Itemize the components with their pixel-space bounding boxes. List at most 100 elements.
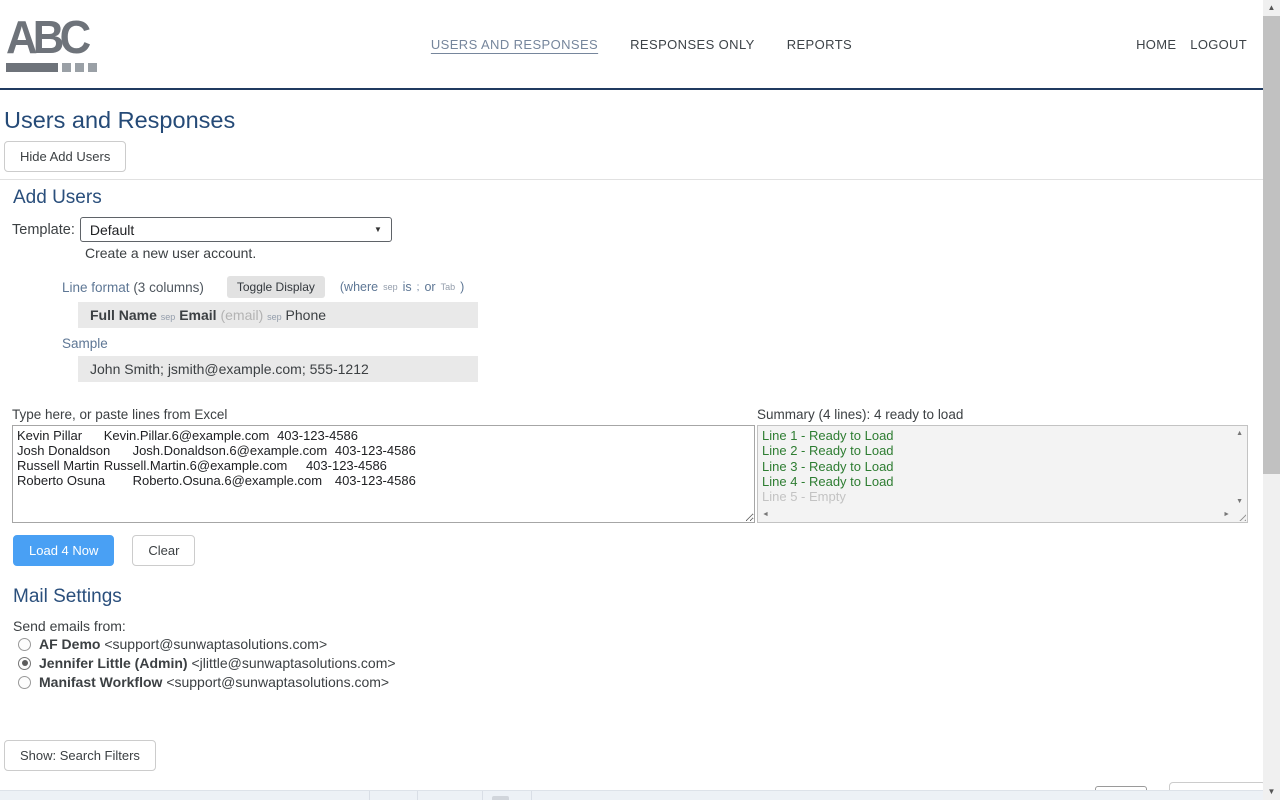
add-users-heading: Add Users bbox=[13, 187, 1280, 209]
logo-dot bbox=[62, 63, 71, 72]
format-field-email: Email bbox=[179, 307, 216, 323]
line-format-preview: Full Name sep Email (email) sep Phone bbox=[78, 302, 478, 328]
sender-email: <support@sunwaptasolutions.com> bbox=[166, 674, 389, 690]
vertical-scrollbar[interactable]: ▲ ▼ bbox=[1263, 0, 1280, 800]
mail-from-label: AF Demo <support@sunwaptasolutions.com> bbox=[39, 636, 327, 652]
dropdown-arrow-icon: ▼ bbox=[374, 225, 382, 234]
action-row: Load 4 Now Clear bbox=[13, 535, 1280, 566]
summary-label: Summary (4 lines): 4 ready to load bbox=[757, 407, 1248, 423]
sep-token: sep bbox=[383, 282, 398, 292]
tab-token: Tab bbox=[441, 282, 456, 292]
column-divider bbox=[417, 791, 418, 800]
main-nav: USERS AND RESPONSES RESPONSES ONLY REPOR… bbox=[160, 37, 1123, 52]
clear-button[interactable]: Clear bbox=[132, 535, 195, 566]
summary-line: Line 2 - Ready to Load bbox=[762, 443, 1247, 458]
scroll-up-icon[interactable]: ▲ bbox=[1236, 430, 1243, 437]
mail-from-option-jennifer-little[interactable]: Jennifer Little (Admin) <jlittle@sunwapt… bbox=[18, 655, 1280, 671]
line-format-columns: (3 columns) bbox=[133, 280, 204, 295]
separator-hint: (where sep is ; or Tab ) bbox=[340, 280, 464, 294]
toggle-display-button[interactable]: Toggle Display bbox=[227, 276, 325, 298]
page-title: Users and Responses bbox=[4, 107, 1280, 134]
scrollbar-up-icon[interactable]: ▲ bbox=[1263, 4, 1280, 12]
sample-value: John Smith; jsmith@example.com; 555-1212 bbox=[78, 356, 478, 382]
resize-grip-icon[interactable] bbox=[1236, 511, 1246, 521]
mail-from-radio[interactable] bbox=[18, 638, 31, 651]
summary-lines: Line 1 - Ready to Load Line 2 - Ready to… bbox=[758, 426, 1247, 504]
nav-right: HOME LOGOUT bbox=[1123, 37, 1263, 52]
add-users-section: Add Users Template: Default ▼ Create a n… bbox=[0, 187, 1280, 566]
nav-reports[interactable]: REPORTS bbox=[787, 37, 852, 52]
summary-line: Line 1 - Ready to Load bbox=[762, 428, 1247, 443]
or-word: or bbox=[424, 280, 435, 294]
app-root: ABC USERS AND RESPONSES RESPONSES ONLY R… bbox=[0, 0, 1280, 800]
template-select-value: Default bbox=[90, 222, 134, 238]
mail-settings-section: Mail Settings Send emails from: AF Demo … bbox=[0, 586, 1280, 690]
format-email-hint: (email) bbox=[220, 307, 263, 323]
column-divider bbox=[369, 791, 370, 800]
semicolon-token: ; bbox=[417, 282, 420, 293]
line-format-row: Line format (3 columns) Toggle Display (… bbox=[62, 276, 1280, 298]
sender-email: <support@sunwaptasolutions.com> bbox=[104, 636, 327, 652]
sample-label: Sample bbox=[62, 336, 1280, 351]
sender-name: Manifast Workflow bbox=[39, 674, 162, 690]
is-word: is bbox=[403, 280, 412, 294]
sender-name: Jennifer Little (Admin) bbox=[39, 655, 188, 671]
format-field-fullname: Full Name bbox=[90, 307, 157, 323]
scrollbar-thumb[interactable] bbox=[1263, 16, 1280, 474]
show-search-filters-button[interactable]: Show: Search Filters bbox=[4, 740, 156, 771]
section-divider bbox=[0, 179, 1280, 180]
logo[interactable]: ABC bbox=[0, 16, 160, 73]
scroll-left-icon[interactable]: ◄ bbox=[762, 511, 769, 518]
paste-column: Type here, or paste lines from Excel Kev… bbox=[12, 407, 755, 528]
summary-line: Line 4 - Ready to Load bbox=[762, 474, 1247, 489]
summary-box: Line 1 - Ready to Load Line 2 - Ready to… bbox=[757, 425, 1248, 523]
mail-from-radio[interactable] bbox=[18, 676, 31, 689]
where-close: ) bbox=[460, 280, 464, 294]
mail-settings-heading: Mail Settings bbox=[13, 586, 1280, 608]
scroll-down-icon[interactable]: ▼ bbox=[1236, 498, 1243, 505]
summary-line: Line 3 - Ready to Load bbox=[762, 459, 1247, 474]
paste-row: Type here, or paste lines from Excel Kev… bbox=[12, 407, 1280, 528]
send-emails-from-label: Send emails from: bbox=[13, 618, 1280, 634]
mail-from-radio[interactable] bbox=[18, 657, 31, 670]
nav-home[interactable]: HOME bbox=[1136, 37, 1176, 52]
nav-users-and-responses[interactable]: USERS AND RESPONSES bbox=[431, 37, 598, 52]
template-description: Create a new user account. bbox=[85, 245, 1280, 261]
table-header-control bbox=[492, 796, 509, 800]
hide-add-users-button[interactable]: Hide Add Users bbox=[4, 141, 126, 172]
line-format-label: Line format bbox=[62, 280, 130, 295]
line-format-label-group: Line format (3 columns) bbox=[62, 280, 204, 295]
scrollbar-down-icon[interactable]: ▼ bbox=[1263, 788, 1280, 796]
template-row: Template: Default ▼ bbox=[12, 217, 1280, 242]
template-label: Template: bbox=[12, 222, 75, 238]
paste-label: Type here, or paste lines from Excel bbox=[12, 407, 755, 423]
paste-input[interactable]: Kevin Pillar Kevin.Pillar.6@example.com … bbox=[12, 425, 755, 523]
mail-from-option-af-demo[interactable]: AF Demo <support@sunwaptasolutions.com> bbox=[18, 636, 1280, 652]
sender-email: <jlittle@sunwaptasolutions.com> bbox=[191, 655, 395, 671]
column-divider bbox=[531, 791, 532, 800]
load-now-button[interactable]: Load 4 Now bbox=[13, 535, 114, 566]
summary-line: Line 5 - Empty bbox=[762, 489, 1247, 504]
logo-dot bbox=[75, 63, 84, 72]
format-field-phone: Phone bbox=[286, 307, 326, 323]
logo-bar bbox=[6, 63, 58, 72]
format-sep: sep bbox=[267, 312, 282, 322]
template-select[interactable]: Default ▼ bbox=[80, 217, 392, 242]
summary-column: Summary (4 lines): 4 ready to load Line … bbox=[757, 407, 1248, 528]
where-open: (where bbox=[340, 280, 378, 294]
nav-logout[interactable]: LOGOUT bbox=[1190, 37, 1247, 52]
logo-text: ABC bbox=[6, 16, 152, 60]
mail-from-label: Jennifer Little (Admin) <jlittle@sunwapt… bbox=[39, 655, 396, 671]
scroll-right-icon[interactable]: ► bbox=[1223, 511, 1230, 518]
mail-from-option-manifast-workflow[interactable]: Manifast Workflow <support@sunwaptasolut… bbox=[18, 674, 1280, 690]
mail-from-label: Manifast Workflow <support@sunwaptasolut… bbox=[39, 674, 389, 690]
header: ABC USERS AND RESPONSES RESPONSES ONLY R… bbox=[0, 0, 1263, 90]
logo-dot bbox=[88, 63, 97, 72]
table-header-strip bbox=[0, 790, 1263, 800]
sender-name: AF Demo bbox=[39, 636, 100, 652]
column-divider bbox=[482, 791, 483, 800]
main-content: Users and Responses Hide Add Users Add U… bbox=[0, 107, 1280, 800]
format-sep: sep bbox=[161, 312, 176, 322]
logo-underline bbox=[6, 63, 160, 72]
nav-responses-only[interactable]: RESPONSES ONLY bbox=[630, 37, 755, 52]
